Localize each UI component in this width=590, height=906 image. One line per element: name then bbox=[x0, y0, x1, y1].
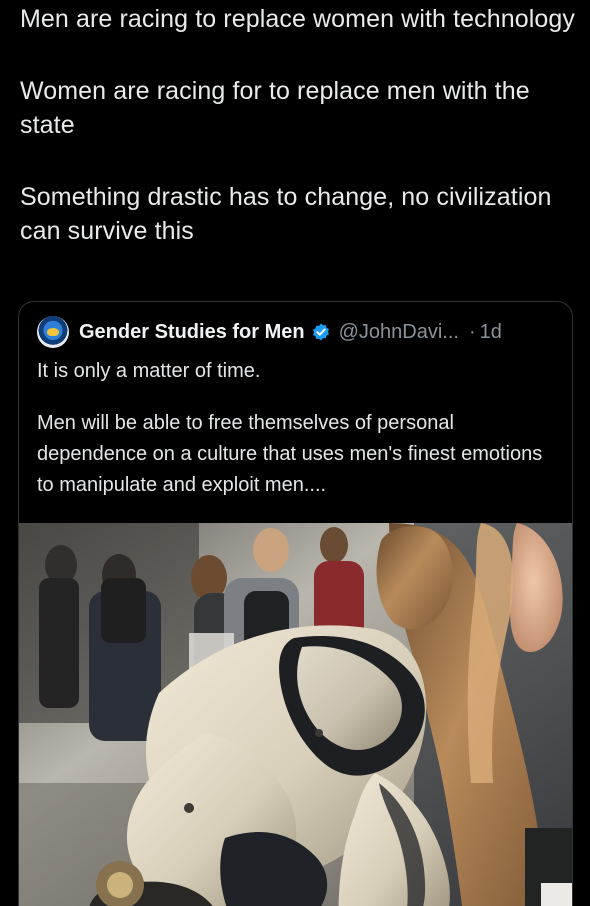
quoted-tweet-header: Gender Studies for Men @JohnDavi... · 1d bbox=[37, 316, 502, 348]
tweet-screen: Men are racing to replace women with tec… bbox=[0, 0, 590, 906]
verified-badge-icon bbox=[312, 323, 329, 341]
post-paragraph-1: Men are racing to replace women with tec… bbox=[20, 5, 575, 33]
quoted-tweet-text: It is only a matter of time. Men will be… bbox=[37, 356, 552, 522]
user-handle[interactable]: @JohnDavi... bbox=[339, 321, 459, 344]
quoted-tweet-card[interactable]: Gender Studies for Men @JohnDavi... · 1d… bbox=[18, 301, 573, 906]
quoted-media-image[interactable] bbox=[19, 523, 572, 906]
post-text: Men are racing to replace women with tec… bbox=[20, 2, 576, 286]
display-name[interactable]: Gender Studies for Men bbox=[79, 321, 305, 344]
post-paragraph-3: Something drastic has to change, no civi… bbox=[20, 183, 552, 245]
profile-avatar[interactable] bbox=[37, 316, 69, 348]
timestamp[interactable]: 1d bbox=[480, 321, 502, 344]
media-photo-drawing bbox=[19, 523, 572, 906]
quote-paragraph-2: Men will be able to free themselves of p… bbox=[37, 412, 543, 496]
separator-dot: · bbox=[468, 320, 476, 343]
quote-paragraph-1: It is only a matter of time. bbox=[37, 360, 261, 382]
post-paragraph-2: Women are racing for to replace men with… bbox=[20, 77, 530, 139]
